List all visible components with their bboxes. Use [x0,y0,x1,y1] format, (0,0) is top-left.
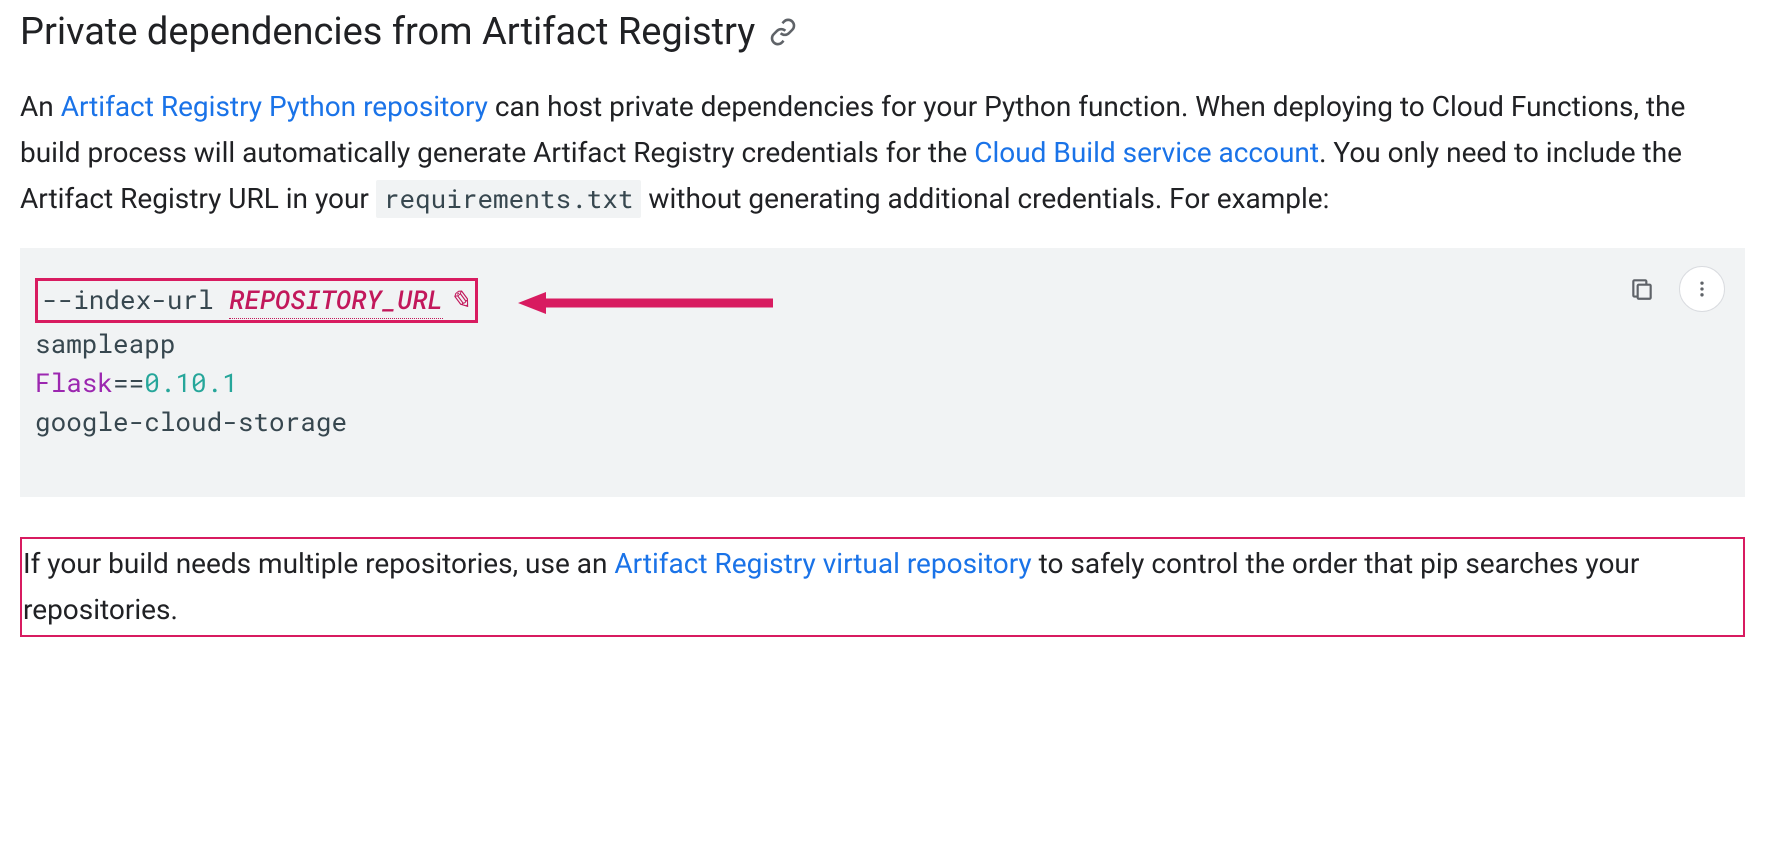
code-token: == [113,366,144,400]
code-block: --index-url REPOSITORY_URL✎ sampleapp Fl… [20,248,1745,497]
code-line-3: Flask==0.10.1 [35,364,1730,403]
code-token: 0.10.1 [144,366,238,400]
code-actions [1623,266,1725,312]
heading-text: Private dependencies from Artifact Regis… [20,10,755,54]
code-line-2: sampleapp [35,325,1730,364]
code-text: --index-url [42,283,229,317]
multiple-repos-note: If your build needs multiple repositorie… [20,537,1745,637]
text: If your build needs multiple repositorie… [23,547,614,580]
repository-url-placeholder[interactable]: REPOSITORY_URL [229,283,443,319]
highlighted-code-line: --index-url REPOSITORY_URL✎ [35,278,478,323]
section-heading: Private dependencies from Artifact Regis… [20,10,1745,54]
edit-icon[interactable]: ✎ [449,283,471,317]
text: An [20,90,61,123]
code-token: Flask [35,366,113,400]
link-anchor-icon[interactable] [769,18,797,46]
intro-paragraph: An Artifact Registry Python repository c… [20,84,1745,223]
requirements-file-code: requirements.txt [376,180,642,218]
more-options-icon[interactable] [1679,266,1725,312]
virtual-repository-link[interactable]: Artifact Registry virtual repository [614,547,1031,580]
copy-icon[interactable] [1623,270,1661,308]
artifact-registry-python-link[interactable]: Artifact Registry Python repository [61,90,488,123]
code-line-4: google-cloud-storage [35,403,1730,442]
code-line-1: --index-url REPOSITORY_URL✎ [35,278,1730,325]
text: without generating additional credential… [641,182,1329,215]
cloud-build-service-account-link[interactable]: Cloud Build service account [974,136,1319,169]
